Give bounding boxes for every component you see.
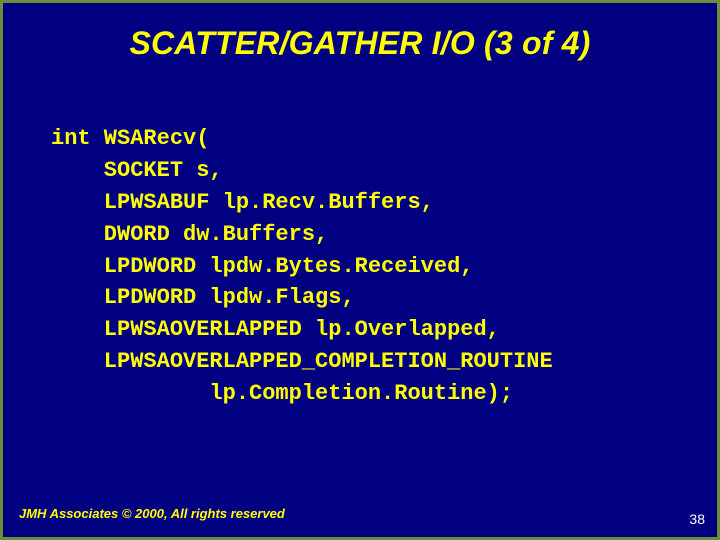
slide: SCATTER/GATHER I/O (3 of 4) int WSARecv(… [0,0,720,540]
code-line-5: LPDWORD lpdw.Flags, [51,285,355,310]
code-line-3: DWORD dw.Buffers, [51,222,328,247]
code-line-1: SOCKET s, [51,158,223,183]
code-line-2: LPWSABUF lp.Recv.Buffers, [51,190,434,215]
code-line-6: LPWSAOVERLAPPED lp.Overlapped, [51,317,500,342]
code-line-4: LPDWORD lpdw.Bytes.Received, [51,254,473,279]
code-line-8: lp.Completion.Routine); [51,381,513,406]
page-number: 38 [689,511,705,527]
footer-copyright: JMH Associates © 2000, All rights reserv… [19,506,285,521]
code-line-0: int WSARecv( [51,126,209,151]
slide-title: SCATTER/GATHER I/O (3 of 4) [3,25,717,62]
code-block: int WSARecv( SOCKET s, LPWSABUF lp.Recv.… [51,123,553,410]
code-line-7: LPWSAOVERLAPPED_COMPLETION_ROUTINE [51,349,553,374]
